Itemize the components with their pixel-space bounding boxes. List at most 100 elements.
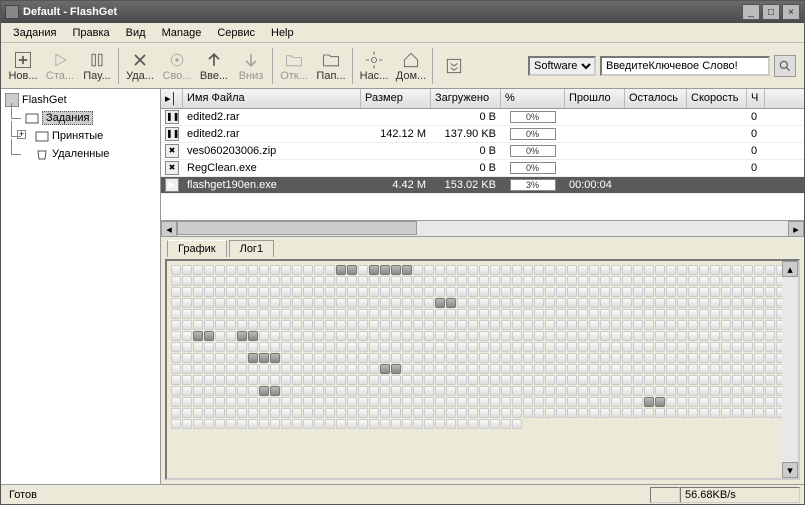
vertical-scrollbar[interactable]: ▴ ▾ xyxy=(782,261,798,478)
toolbar-pause[interactable]: Пау... xyxy=(79,45,115,87)
toolbar-new[interactable]: Нов... xyxy=(5,45,41,87)
block-cell xyxy=(193,331,203,341)
block-cell xyxy=(391,287,401,297)
menu-view[interactable]: Вид xyxy=(118,25,154,41)
block-cell xyxy=(424,331,434,341)
block-cell xyxy=(512,265,522,275)
block-cell xyxy=(270,265,280,275)
tree-root[interactable]: FlashGet xyxy=(3,91,158,109)
block-cell xyxy=(490,265,500,275)
block-cell xyxy=(270,386,280,396)
table-row[interactable]: ✖ves060203006.zip0 B0%0 xyxy=(161,143,804,160)
block-cell xyxy=(677,353,687,363)
expand-icon[interactable]: + xyxy=(17,130,26,139)
scroll-thumb[interactable] xyxy=(177,221,417,235)
block-cell xyxy=(325,342,335,352)
menu-edit[interactable]: Правка xyxy=(64,25,117,41)
toolbar-up[interactable]: Вве... xyxy=(196,45,232,87)
scroll-up-icon[interactable]: ▴ xyxy=(782,261,798,277)
toolbar-extra[interactable] xyxy=(436,45,472,87)
block-cell xyxy=(534,298,544,308)
scroll-left-icon[interactable]: ◂ xyxy=(161,221,177,237)
block-cell xyxy=(512,320,522,330)
tab-graphic[interactable]: График xyxy=(167,240,227,257)
block-cell xyxy=(457,353,467,363)
block-cell xyxy=(281,287,291,297)
block-cell xyxy=(765,298,775,308)
table-row[interactable]: ▶flashget190en.exe4.42 M153.02 KB3%00:00… xyxy=(161,177,804,194)
block-cell xyxy=(336,265,346,275)
tree-deleted[interactable]: Удаленные xyxy=(3,145,158,163)
block-cell xyxy=(259,309,269,319)
toolbar-down[interactable]: Вниз xyxy=(233,45,269,87)
block-cell xyxy=(721,309,731,319)
table-row[interactable]: ✖RegClean.exe0 B0%0 xyxy=(161,160,804,177)
toolbar-folder[interactable]: Пап... xyxy=(313,45,349,87)
block-cell xyxy=(336,320,346,330)
th-ch[interactable]: Ч xyxy=(747,89,765,108)
tree-accepted[interactable]: +Принятые xyxy=(3,127,158,145)
vscroll-track[interactable] xyxy=(782,277,798,462)
toolbar-props[interactable]: Сво... xyxy=(159,45,195,87)
th-size[interactable]: Размер xyxy=(361,89,431,108)
block-cell xyxy=(435,386,445,396)
table-row[interactable]: ❚❚edited2.rar142.12 M137.90 KB0%0 xyxy=(161,126,804,143)
maximize-button[interactable]: □ xyxy=(762,4,780,20)
block-cell xyxy=(699,276,709,286)
tab-log[interactable]: Лог1 xyxy=(229,240,274,257)
toolbar-start[interactable]: Ста... xyxy=(42,45,78,87)
menu-tools[interactable]: Сервис xyxy=(209,25,263,41)
block-cell xyxy=(600,287,610,297)
block-cell xyxy=(171,298,181,308)
table-row[interactable]: ❚❚edited2.rar0 B0%0 xyxy=(161,109,804,126)
menu-manage[interactable]: Manage xyxy=(154,25,210,41)
th-speed[interactable]: Скорость xyxy=(687,89,747,108)
block-cell xyxy=(545,353,555,363)
block-cell xyxy=(512,419,522,429)
settings-icon xyxy=(364,50,384,70)
scroll-track[interactable] xyxy=(177,221,788,236)
search-button[interactable] xyxy=(774,55,796,77)
search-category[interactable]: Software xyxy=(528,56,596,76)
block-cell xyxy=(413,298,423,308)
minimize-button[interactable]: _ xyxy=(742,4,760,20)
block-cell xyxy=(457,342,467,352)
horizontal-scrollbar[interactable]: ◂ ▸ xyxy=(161,220,804,236)
th-elapsed[interactable]: Прошло xyxy=(565,89,625,108)
scroll-down-icon[interactable]: ▾ xyxy=(782,462,798,478)
close-button[interactable]: × xyxy=(782,4,800,20)
block-cell xyxy=(259,287,269,297)
block-cell xyxy=(237,375,247,385)
block-cell xyxy=(578,265,588,275)
block-cell xyxy=(270,408,280,418)
tree-tasks[interactable]: Задания xyxy=(3,109,158,127)
th-percent[interactable]: % xyxy=(501,89,565,108)
block-cell xyxy=(193,320,203,330)
titlebar[interactable]: Default - FlashGet _ □ × xyxy=(1,1,804,23)
toolbar-delete[interactable]: Уда... xyxy=(122,45,158,87)
block-cell xyxy=(523,386,533,396)
th-downloaded[interactable]: Загружено xyxy=(431,89,501,108)
block-cell xyxy=(655,364,665,374)
block-cell xyxy=(589,353,599,363)
th-icon[interactable]: ▸│ xyxy=(161,89,183,108)
block-cell xyxy=(204,364,214,374)
menu-tasks[interactable]: Задания xyxy=(5,25,64,41)
toolbar-open[interactable]: Отк... xyxy=(276,45,312,87)
block-cell xyxy=(193,386,203,396)
toolbar-start-label: Ста... xyxy=(46,70,74,82)
block-cell xyxy=(600,265,610,275)
th-remaining[interactable]: Осталось xyxy=(625,89,687,108)
block-cell xyxy=(259,386,269,396)
download-table: ▸│ Имя Файла Размер Загружено % Прошло О… xyxy=(161,89,804,237)
search-input[interactable] xyxy=(600,56,770,76)
menu-help[interactable]: Help xyxy=(263,25,302,41)
block-cell xyxy=(655,276,665,286)
block-cell xyxy=(578,331,588,341)
toolbar-home[interactable]: Дом... xyxy=(393,45,429,87)
block-cell xyxy=(534,265,544,275)
block-cell xyxy=(402,265,412,275)
scroll-right-icon[interactable]: ▸ xyxy=(788,221,804,237)
toolbar-settings[interactable]: Нас... xyxy=(356,45,392,87)
th-filename[interactable]: Имя Файла xyxy=(183,89,361,108)
